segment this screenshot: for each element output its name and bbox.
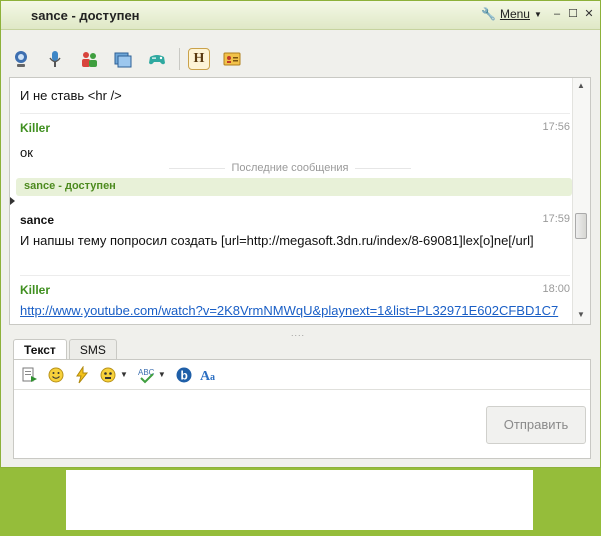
message-text: И не ставь <hr /> bbox=[20, 88, 122, 103]
svg-text:a: a bbox=[210, 372, 215, 383]
svg-text:b: b bbox=[180, 368, 187, 382]
message-divider bbox=[20, 275, 570, 276]
chevron-down-icon: ▼ bbox=[533, 9, 542, 19]
menu-label: Menu bbox=[499, 7, 530, 21]
message-input[interactable] bbox=[14, 391, 478, 458]
message-body: http://www.youtube.com/watch?v=2K8VrmNMW… bbox=[20, 301, 570, 320]
toolbar-divider bbox=[179, 48, 180, 70]
send-button[interactable]: Отправить bbox=[486, 406, 586, 444]
message-history[interactable]: , , , , , , И не ставь <hr /> Killer 17:… bbox=[9, 77, 591, 325]
microphone-icon[interactable] bbox=[43, 47, 67, 71]
message-sender: Killer bbox=[20, 283, 51, 297]
maximize-button[interactable]: ☐ bbox=[567, 7, 579, 21]
formatting-toolbar: ▼ ABC ▼ b Aa bbox=[14, 360, 590, 390]
close-button[interactable]: ✕ bbox=[583, 7, 595, 21]
message-item: Killer 18:00 http://www.youtube.com/watc… bbox=[20, 283, 570, 320]
title-bar: sance - доступен 🔧 Menu ▼ – ☐ ✕ bbox=[1, 1, 600, 30]
bold-b-icon[interactable]: b bbox=[174, 365, 194, 385]
scroll-down-icon[interactable]: ▼ bbox=[576, 310, 586, 320]
ad-banner[interactable] bbox=[66, 470, 533, 530]
contact-card-icon[interactable] bbox=[220, 47, 244, 71]
message-sender: Killer bbox=[20, 121, 51, 135]
message-time: 17:56 bbox=[542, 121, 570, 133]
scroll-up-icon[interactable]: ▲ bbox=[576, 81, 586, 91]
menu-button[interactable]: 🔧 Menu ▼ bbox=[481, 7, 542, 21]
status-text: sance - доступен bbox=[24, 180, 116, 192]
message-divider bbox=[20, 113, 570, 114]
chat-toolbar: H bbox=[9, 41, 589, 77]
send-file-icon[interactable] bbox=[20, 365, 40, 385]
message-text: ок bbox=[20, 145, 33, 160]
history-icon[interactable]: H bbox=[188, 48, 210, 70]
chat-scrollbar[interactable]: ▲ ▼ bbox=[572, 78, 590, 324]
message-item: Killer 17:56 ок bbox=[20, 121, 570, 162]
font-icon[interactable]: Aa bbox=[200, 365, 220, 385]
clipped-message-top: , , , , , , bbox=[20, 77, 57, 84]
status-notice: sance - доступен bbox=[16, 178, 572, 196]
gamepad-icon[interactable] bbox=[145, 47, 169, 71]
spellcheck-icon[interactable]: ABC bbox=[136, 365, 156, 385]
window-title: sance - доступен bbox=[31, 8, 140, 23]
recent-messages-label: Последние сообщения bbox=[10, 162, 570, 174]
contacts-icon[interactable] bbox=[77, 47, 101, 71]
message-sender: sance bbox=[20, 213, 55, 227]
message-time: 17:59 bbox=[542, 213, 570, 225]
windows-icon[interactable] bbox=[111, 47, 135, 71]
tab-text[interactable]: Текст bbox=[13, 339, 67, 361]
message-text: И напшы тему попросил создать [url=http:… bbox=[20, 233, 534, 248]
animated-smiley-icon[interactable] bbox=[98, 365, 118, 385]
tab-sms[interactable]: SMS bbox=[68, 339, 117, 360]
composer-tabs: Текст SMS bbox=[13, 339, 119, 361]
chat-window: sance - доступен 🔧 Menu ▼ – ☐ ✕ H , , , … bbox=[0, 0, 601, 468]
minimize-button[interactable]: – bbox=[551, 7, 563, 21]
chevron-down-icon[interactable]: ▼ bbox=[158, 370, 166, 379]
webcam-icon[interactable] bbox=[9, 47, 33, 71]
smiley-icon[interactable] bbox=[46, 365, 66, 385]
message-time: 18:00 bbox=[542, 283, 570, 295]
lightning-icon[interactable] bbox=[72, 365, 92, 385]
resize-grip[interactable]: .... bbox=[291, 328, 305, 338]
wrench-icon: 🔧 bbox=[481, 7, 496, 21]
chevron-down-icon[interactable]: ▼ bbox=[120, 370, 128, 379]
scroll-thumb[interactable] bbox=[575, 213, 587, 239]
composer-panel: ▼ ABC ▼ b Aa Отправить bbox=[13, 359, 591, 459]
message-link[interactable]: http://www.youtube.com/watch?v=2K8VrmNMW… bbox=[20, 303, 558, 318]
arrow-right-icon bbox=[10, 197, 15, 205]
message-item: sance 17:59 И напшы тему попросил создат… bbox=[20, 213, 570, 250]
